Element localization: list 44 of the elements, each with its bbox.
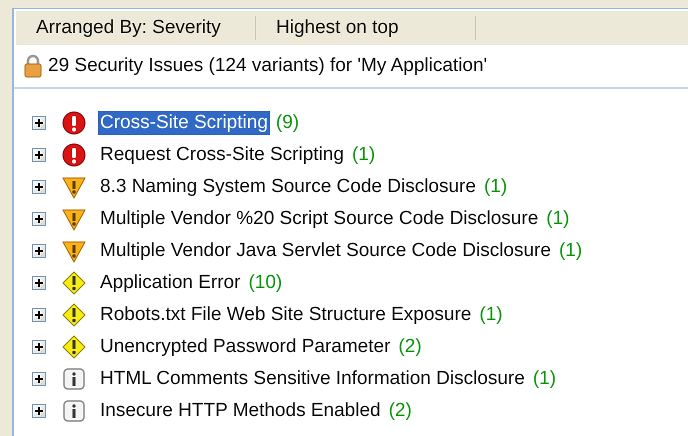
error-icon [62, 143, 86, 167]
variant-count: (1) [484, 174, 508, 199]
info-icon [62, 399, 86, 423]
issue-item[interactable]: Request Cross-Site Scripting [98, 143, 346, 167]
summary-text: 29 Security Issues (124 variants) for 'My Application' [48, 54, 488, 78]
warning-icon [62, 175, 86, 199]
variant-count: (1) [479, 302, 503, 327]
toolbar-label[interactable]: Arranged By: Severity [16, 16, 256, 40]
error-icon [62, 111, 86, 135]
issue-item[interactable]: Multiple Vendor %20 Script Source Code Disclosure [98, 207, 540, 231]
issue-item[interactable]: 8.3 Naming System Source Code Disclosure [98, 175, 478, 199]
info-icon [62, 367, 86, 391]
expand-toggle[interactable] [32, 212, 46, 226]
issue-item[interactable]: Robots.txt File Web Site Structure Exposure [98, 303, 474, 327]
variant-count: (9) [276, 110, 300, 135]
expand-toggle[interactable] [32, 404, 46, 418]
issue-item[interactable]: Application Error [98, 271, 242, 295]
warning-icon [62, 207, 86, 231]
expand-toggle[interactable] [32, 372, 46, 386]
warning-icon [62, 303, 86, 327]
issue-item[interactable]: Unencrypted Password Parameter [98, 335, 392, 359]
variant-count: (1) [352, 142, 376, 167]
toolbar-label[interactable]: Highest on top [256, 16, 476, 40]
issue-item[interactable]: Insecure HTTP Methods Enabled [98, 399, 383, 423]
variant-count: (2) [398, 334, 422, 359]
variant-count: (2) [388, 398, 412, 423]
expand-toggle[interactable] [32, 276, 46, 290]
expand-toggle[interactable] [32, 340, 46, 354]
expand-toggle[interactable] [32, 308, 46, 322]
variant-count: (1) [546, 206, 570, 231]
issue-item[interactable]: HTML Comments Sensitive Information Disclosure [98, 367, 527, 391]
variant-count: (10) [248, 270, 282, 295]
variant-count: (1) [532, 366, 556, 391]
warning-icon [62, 239, 86, 263]
expand-toggle[interactable] [32, 148, 46, 162]
padlock-icon [24, 54, 42, 78]
variant-count: (1) [558, 238, 582, 263]
warning-icon [62, 335, 86, 359]
warning-icon [62, 271, 86, 295]
issue-item[interactable]: Cross-Site Scripting [98, 111, 270, 135]
issue-item[interactable]: Multiple Vendor Java Servlet Source Code Disclosure [98, 239, 553, 263]
expand-toggle[interactable] [32, 116, 46, 130]
expand-toggle[interactable] [32, 180, 46, 194]
expand-toggle[interactable] [32, 244, 46, 258]
